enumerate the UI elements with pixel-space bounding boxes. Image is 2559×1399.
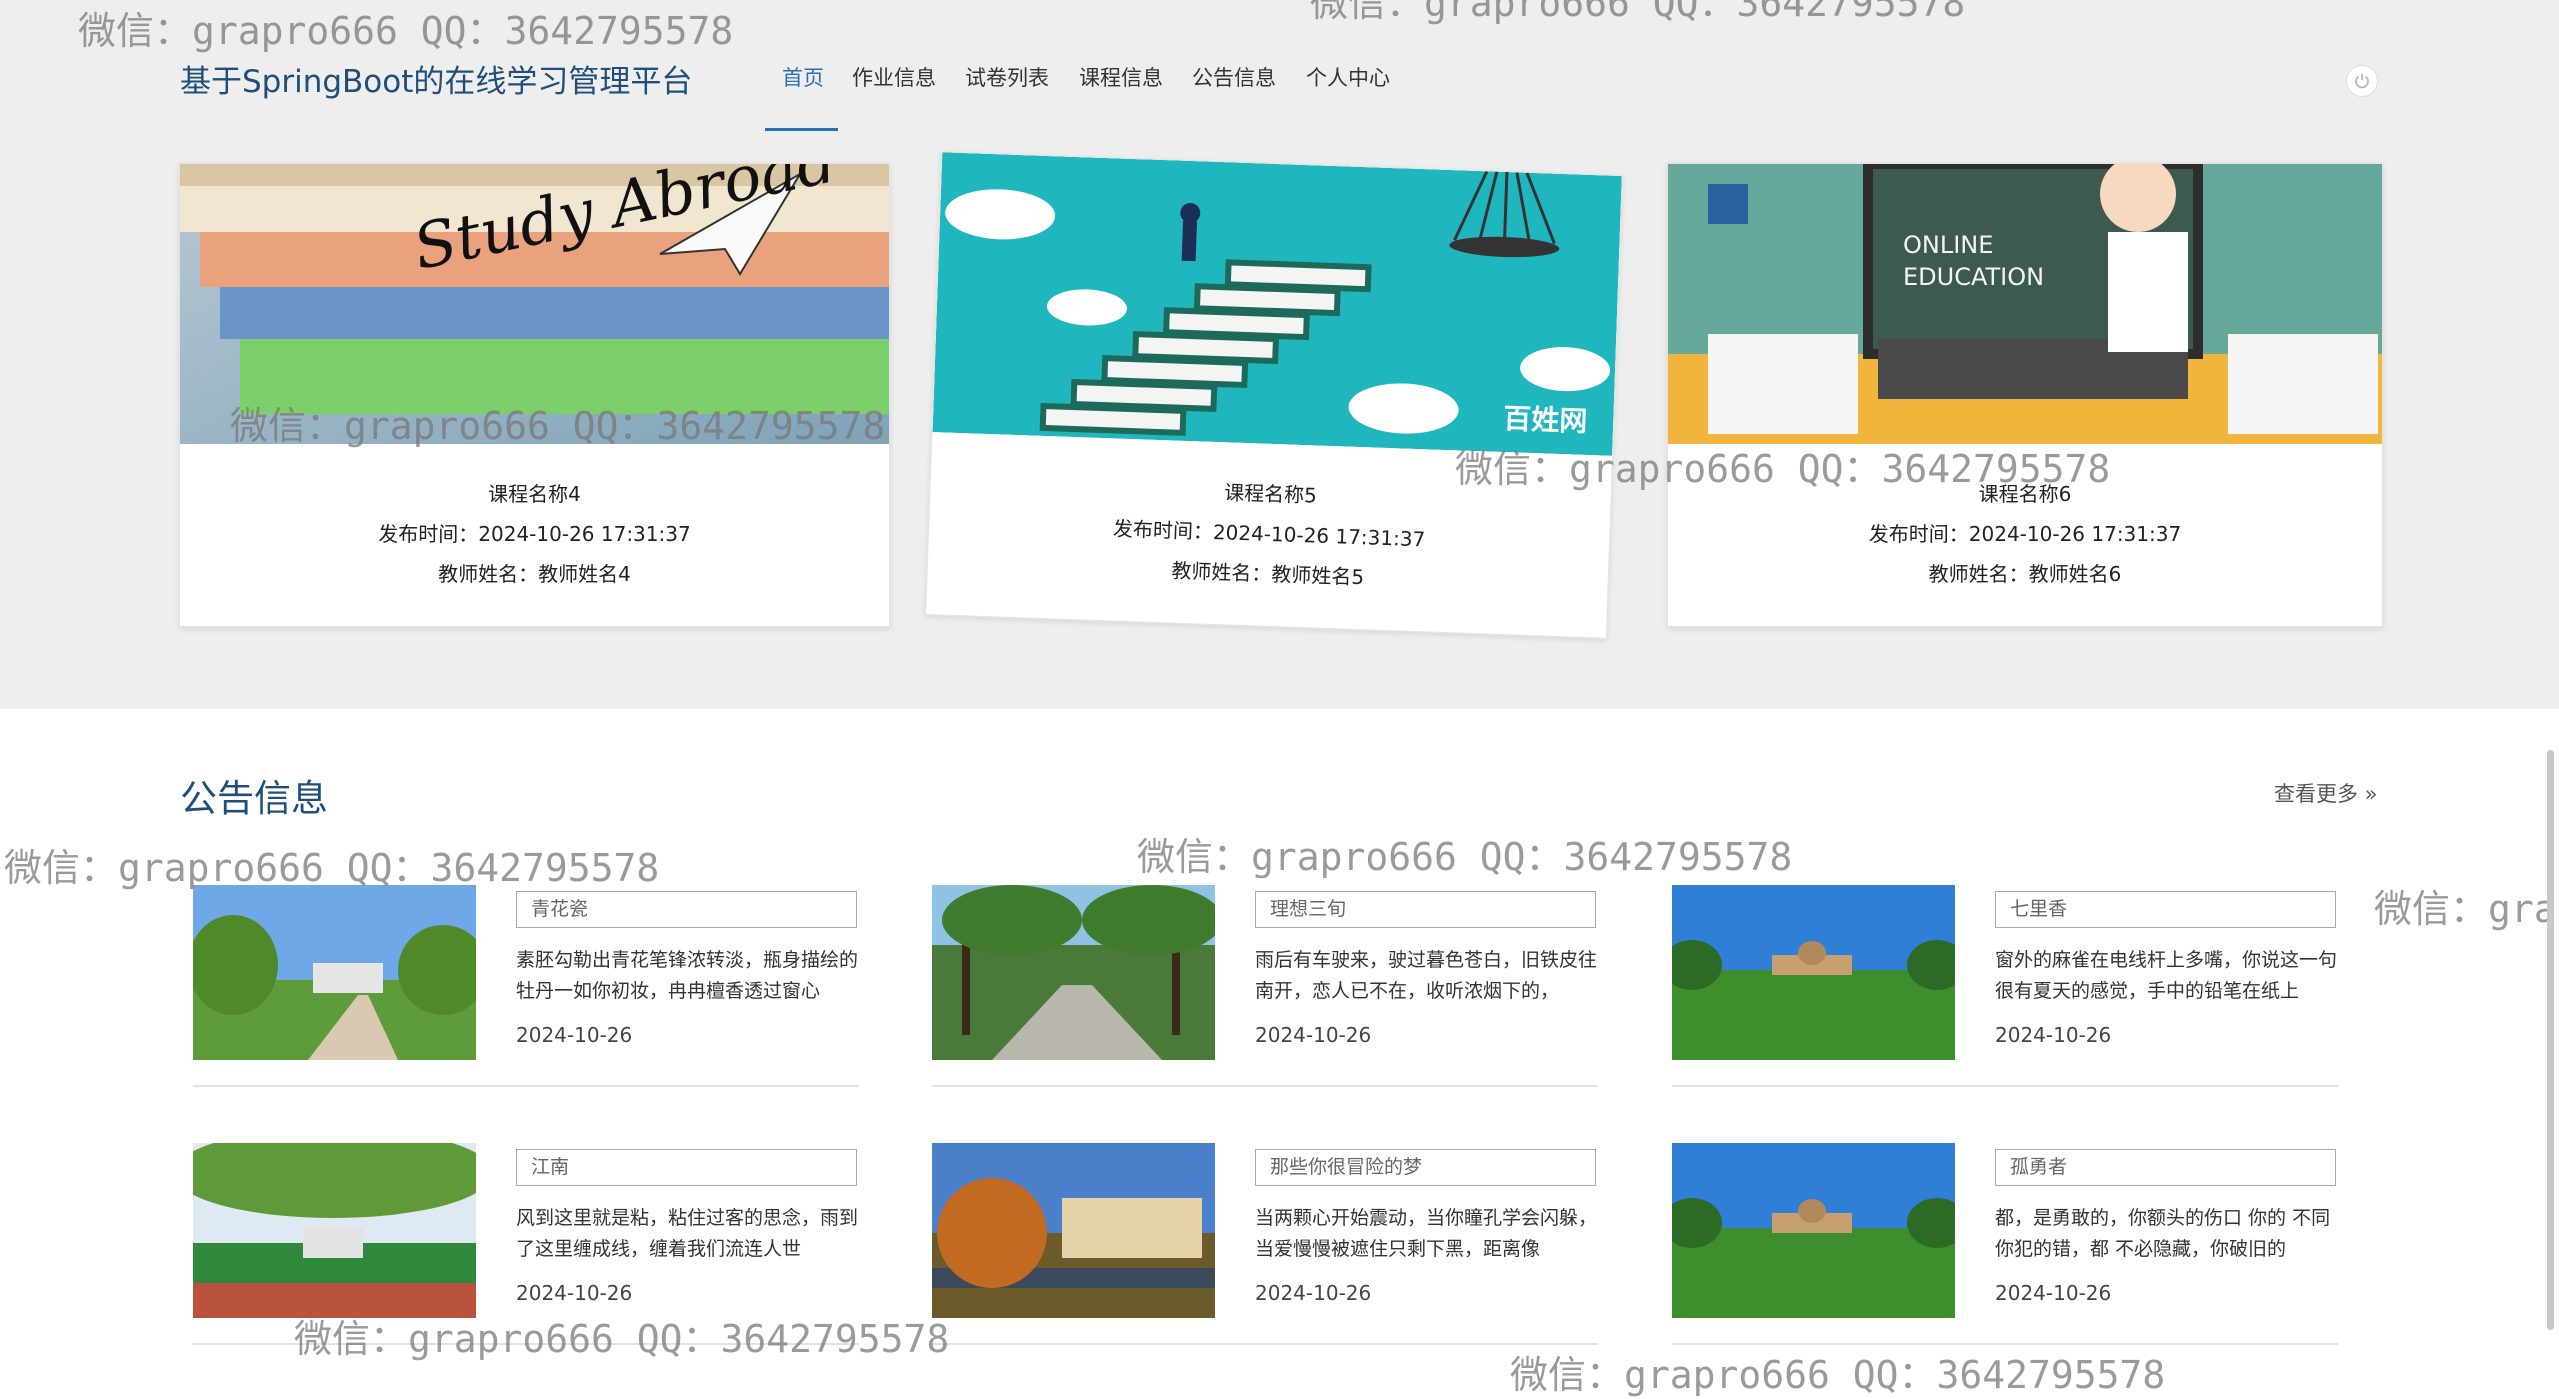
notice-item[interactable]: 青花瓷 素胚勾勒出青花笔锋浓转淡，瓶身描绘的牡丹一如你初妆，冉冉檀香透过窗心 2… (193, 885, 859, 1087)
teacher-name: 教师姓名4 (538, 562, 631, 586)
notices-section-title: 公告信息 (180, 777, 328, 820)
notice-item[interactable]: 孤勇者 都，是勇敢的，你额头的伤口 你的 不同 你犯的错，都 不必隐藏，你破旧的… (1672, 1143, 2338, 1345)
notice-title: 青花瓷 (516, 891, 857, 928)
teacher-row: 教师姓名：教师姓名6 (1668, 554, 2382, 594)
course-image: Study Abroad (180, 164, 889, 444)
teacher-label: 教师姓名： (438, 562, 539, 586)
notice-image (1672, 885, 1955, 1060)
nav-notices[interactable]: 公告信息 (1192, 62, 1276, 92)
teacher-row: 教师姓名：教师姓名4 (180, 554, 889, 594)
course-card[interactable]: ONLINE EDUCATION 课程名称6 发布时间：2024-10-26 1… (1667, 163, 2383, 627)
notice-item[interactable]: 七里香 窗外的麻雀在电线杆上多嘴，你说这一句很有夏天的感觉，手中的铅笔在纸上 2… (1672, 885, 2338, 1087)
course-card[interactable]: 百姓网 课程名称5 发布时间：2024-10-26 17:31:37 教师姓名：… (925, 151, 1623, 639)
nav-homework[interactable]: 作业信息 (852, 62, 936, 92)
notice-desc: 雨后有车驶来，驶过暮色苍白，旧铁皮往南开，恋人已不在，收听浓烟下的， (1255, 949, 1598, 1002)
teacher-name: 教师姓名6 (2028, 562, 2122, 586)
watermark: 微信：grapro666 QQ：3642795578 (2374, 887, 2559, 931)
publish-time-value: 2024-10-26 17:31:37 (478, 522, 691, 546)
publish-time-value: 2024-10-26 17:31:37 (1212, 519, 1426, 552)
teacher-name: 教师姓名5 (1270, 562, 1365, 590)
double-chevron-right-icon: » (2358, 782, 2378, 806)
publish-time-label: 发布时间： (1112, 516, 1214, 544)
course-info: 课程名称5 发布时间：2024-10-26 17:31:37 教师姓名：教师姓名… (927, 462, 1611, 606)
teacher-label: 教师姓名： (1171, 558, 1272, 587)
notice-date: 2024-10-26 (516, 1023, 633, 1047)
nav-courses[interactable]: 课程信息 (1079, 62, 1163, 92)
course-card[interactable]: Study Abroad 课程名称4 发布时间：2024-10-26 17:31… (179, 163, 890, 627)
notice-title: 孤勇者 (1995, 1149, 2336, 1186)
watermark: 微信：grapro666 QQ：3642795578 (1137, 835, 1793, 879)
notice-image (193, 1143, 476, 1318)
image-caption: 百姓网 (1502, 402, 1588, 438)
power-button[interactable] (2346, 65, 2378, 97)
course-name: 课程名称4 (488, 482, 581, 506)
notice-date: 2024-10-26 (1995, 1281, 2112, 1305)
publish-time-row: 发布时间：2024-10-26 17:31:37 (180, 514, 889, 554)
scrollbar[interactable] (2547, 750, 2554, 1330)
notice-title: 那些你很冒险的梦 (1255, 1149, 1596, 1186)
nav-exam-list[interactable]: 试卷列表 (965, 62, 1049, 92)
nav-active-indicator (765, 128, 838, 131)
notice-image (1672, 1143, 1955, 1318)
view-more-link[interactable]: 查看更多 » (2274, 778, 2378, 808)
notice-title: 江南 (516, 1149, 857, 1186)
watermark: 微信：grapro666 QQ：3642795578 (4, 846, 660, 890)
notice-desc: 当两颗心开始震动，当你瞳孔学会闪躲，当爱慢慢被遮住只剩下黑，距离像 (1255, 1207, 1598, 1260)
notice-date: 2024-10-26 (1255, 1281, 1372, 1305)
course-name: 课程名称6 (1978, 482, 2072, 506)
notice-item[interactable]: 那些你很冒险的梦 当两颗心开始震动，当你瞳孔学会闪躲，当爱慢慢被遮住只剩下黑，距… (932, 1143, 1598, 1345)
notice-item[interactable]: 江南 风到这里就是粘，粘住过客的思念，雨到了这里缠成线，缠着我们流连人世 202… (193, 1143, 859, 1345)
site-title: 基于SpringBoot的在线学习管理平台 (180, 64, 693, 100)
notice-image (932, 885, 1215, 1060)
notice-image (193, 885, 476, 1060)
notice-desc: 都，是勇敢的，你额头的伤口 你的 不同 你犯的错，都 不必隐藏，你破旧的 (1995, 1207, 2331, 1260)
notice-desc: 素胚勾勒出青花笔锋浓转淡，瓶身描绘的牡丹一如你初妆，冉冉檀香透过窗心 (516, 949, 859, 1002)
notice-item[interactable]: 理想三旬 雨后有车驶来，驶过暮色苍白，旧铁皮往南开，恋人已不在，收听浓烟下的， … (932, 885, 1598, 1087)
nav-home[interactable]: 首页 (782, 62, 824, 92)
course-info: 课程名称4 发布时间：2024-10-26 17:31:37 教师姓名：教师姓名… (180, 474, 889, 594)
notice-date: 2024-10-26 (1995, 1023, 2112, 1047)
notice-image (932, 1143, 1215, 1318)
teacher-label: 教师姓名： (1928, 562, 2029, 586)
notice-date: 2024-10-26 (516, 1281, 633, 1305)
course-image: ONLINE EDUCATION (1668, 164, 2382, 444)
notice-desc: 风到这里就是粘，粘住过客的思念，雨到了这里缠成线，缠着我们流连人世 (516, 1207, 859, 1260)
nav-profile[interactable]: 个人中心 (1306, 62, 1390, 92)
power-icon (2355, 74, 2369, 89)
course-info: 课程名称6 发布时间：2024-10-26 17:31:37 教师姓名：教师姓名… (1668, 474, 2382, 594)
notice-title: 理想三旬 (1255, 891, 1596, 928)
notice-title: 七里香 (1995, 891, 2336, 928)
course-image: 百姓网 (932, 152, 1622, 456)
publish-time-value: 2024-10-26 17:31:37 (1968, 522, 2182, 546)
notice-desc: 窗外的麻雀在电线杆上多嘴，你说这一句很有夏天的感觉，手中的铅笔在纸上 (1995, 949, 2338, 1002)
publish-time-label: 发布时间： (378, 522, 479, 546)
image-caption: ONLINE EDUCATION (1903, 231, 2045, 291)
publish-time-row: 发布时间：2024-10-26 17:31:37 (1668, 514, 2382, 554)
publish-time-label: 发布时间： (1868, 522, 1969, 546)
notice-date: 2024-10-26 (1255, 1023, 1372, 1047)
watermark: 微信：grapro666 QQ：3642795578 (1510, 1353, 2166, 1397)
view-more-label: 查看更多 (2274, 782, 2358, 806)
